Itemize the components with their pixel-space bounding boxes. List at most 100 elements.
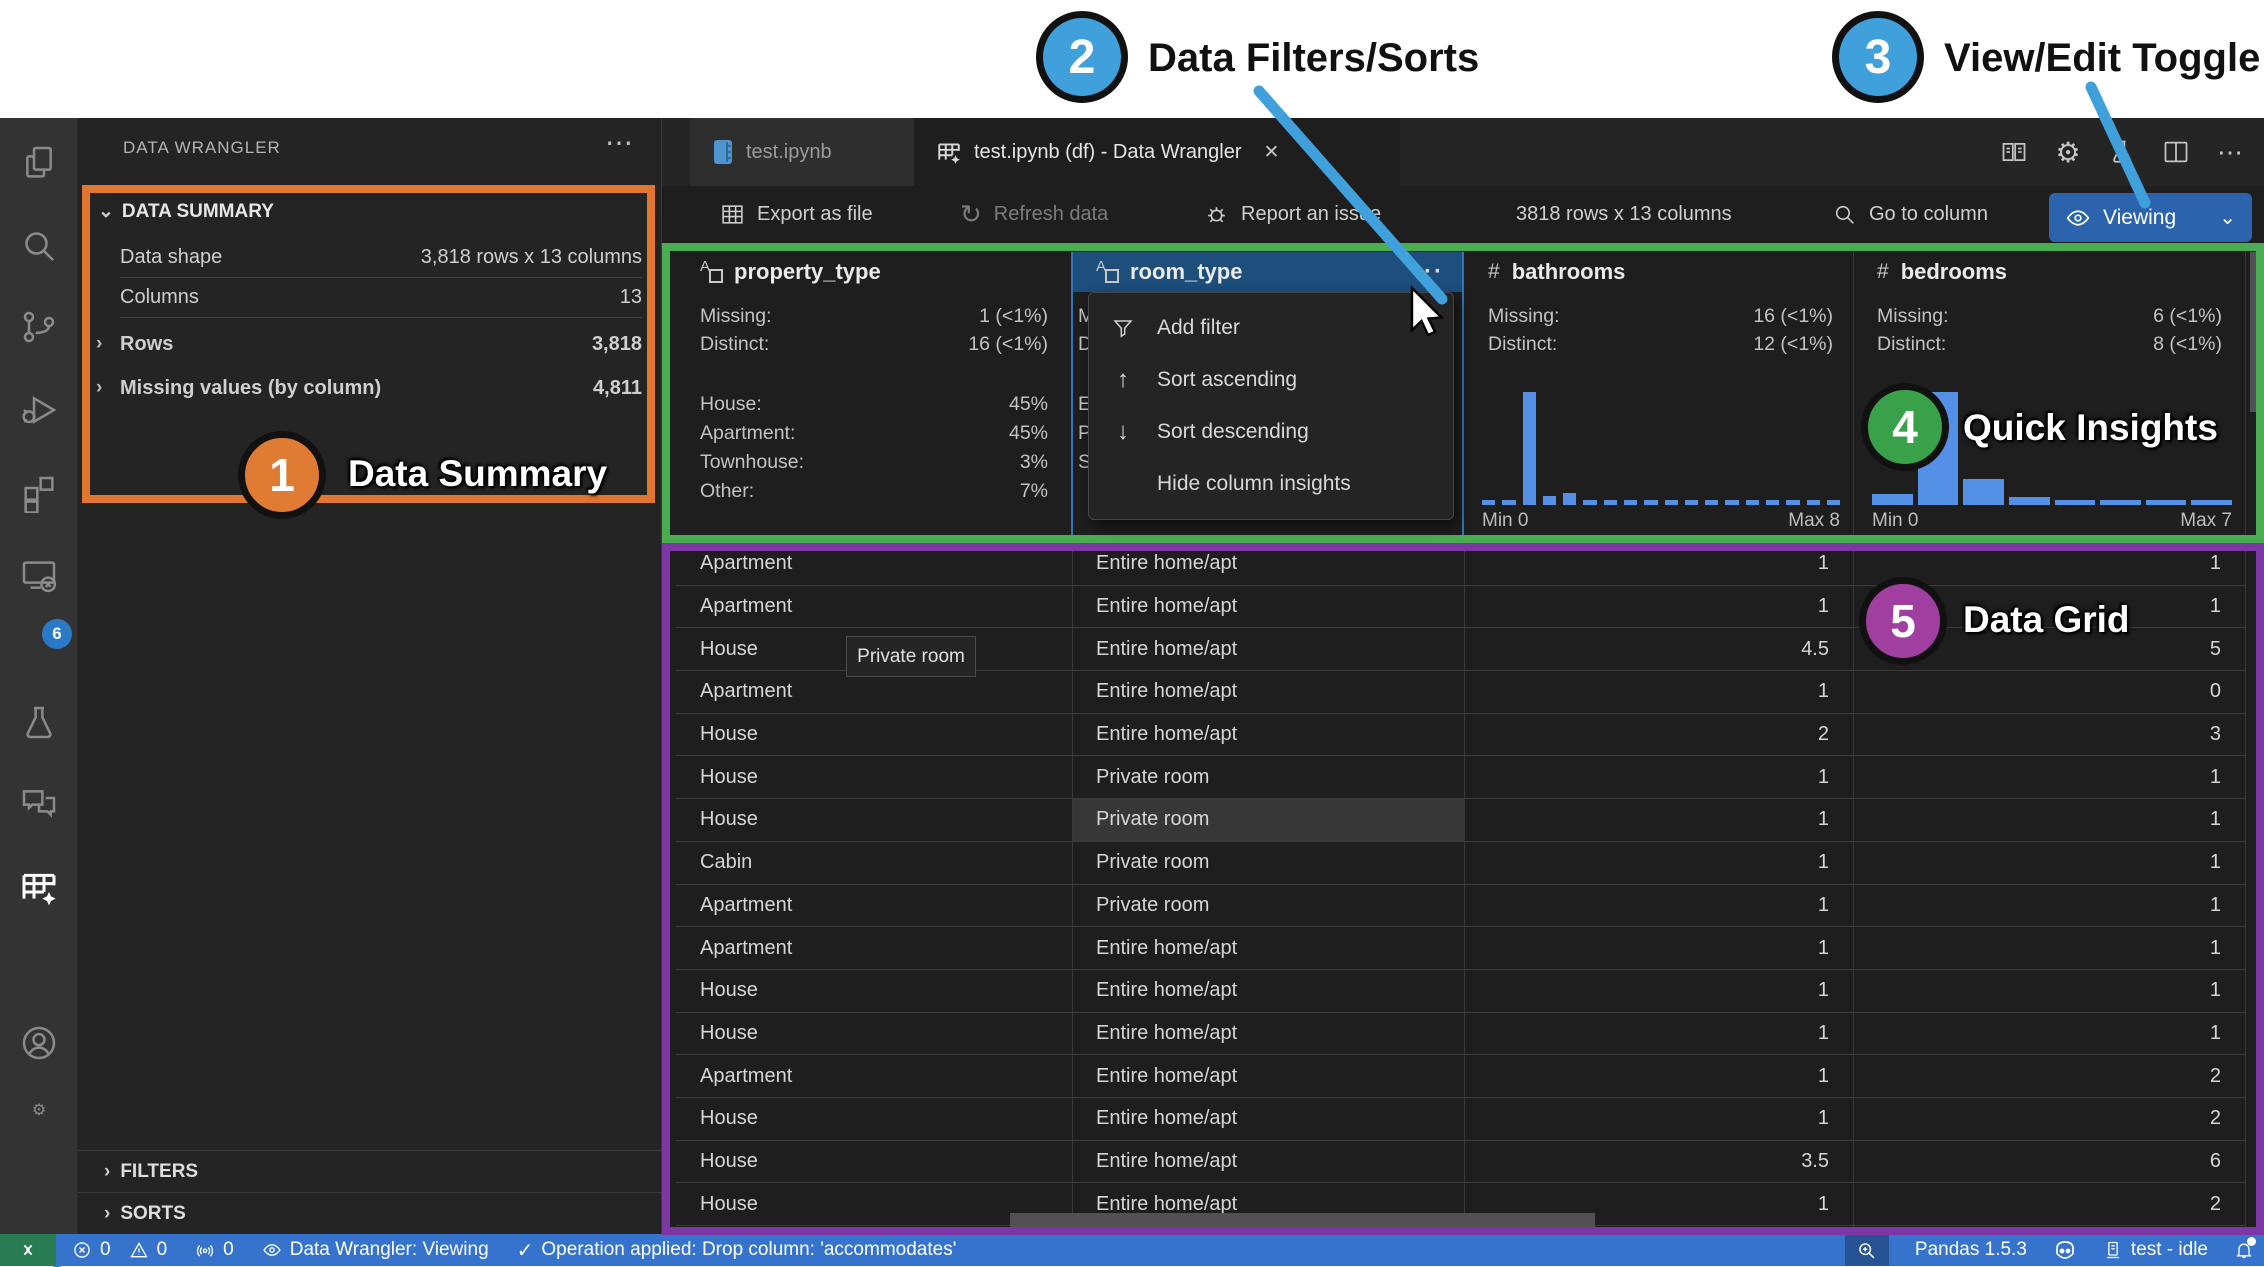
summary-row-rows[interactable]: › Rows 3,818: [96, 324, 642, 364]
testing-beaker-icon[interactable]: [15, 699, 63, 747]
menu-item-sort-descending[interactable]: ↓ Sort descending: [1089, 406, 1453, 458]
close-icon[interactable]: ✕: [1264, 141, 1280, 164]
grid-cell-bathrooms[interactable]: 3.5: [1464, 1141, 1853, 1183]
grid-cell-room[interactable]: Private room: [1072, 885, 1464, 927]
column-header-bedrooms[interactable]: # bedrooms: [1853, 252, 2245, 292]
report-an-issue-button[interactable]: Report an issue: [1204, 186, 1381, 243]
section-data-summary[interactable]: ⌄ DATA SUMMARY: [98, 200, 274, 223]
grid-cell-property[interactable]: House: [676, 1013, 1072, 1055]
grid-cell-bathrooms[interactable]: 4.5: [1464, 628, 1853, 670]
column-menu-icon[interactable]: ···: [1414, 258, 1444, 286]
grid-cell-bathrooms[interactable]: 1: [1464, 799, 1853, 841]
grid-cell-property[interactable]: Apartment: [676, 586, 1072, 628]
horizontal-scrollbar[interactable]: [1010, 1213, 1595, 1228]
beaker-icon[interactable]: [2106, 136, 2138, 168]
grid-cell-bedrooms[interactable]: 1: [1853, 842, 2245, 884]
comments-icon[interactable]: [15, 779, 63, 827]
explorer-icon[interactable]: [15, 139, 63, 187]
menu-item-add-filter[interactable]: Add filter: [1089, 302, 1453, 354]
grid-cell-bathrooms[interactable]: 1: [1464, 586, 1853, 628]
grid-cell-property[interactable]: House: [676, 756, 1072, 798]
grid-cell-property[interactable]: Apartment: [676, 671, 1072, 713]
pandas-version[interactable]: Pandas 1.5.3: [1915, 1239, 2027, 1261]
menu-item-hide-column-insights[interactable]: Hide column insights: [1089, 458, 1453, 510]
grid-cell-room[interactable]: Entire home/apt: [1072, 586, 1464, 628]
tab-test-ipynb[interactable]: test.ipynb: [690, 118, 914, 186]
view-edit-toggle-button[interactable]: Viewing ⌄: [2049, 193, 2252, 242]
grid-cell-property[interactable]: House: [676, 970, 1072, 1012]
settings-gear-icon[interactable]: ⚙: [15, 1086, 63, 1134]
tab-data-wrangler[interactable]: test.ipynb (df) - Data Wrangler ✕: [914, 118, 1400, 186]
errors-indicator[interactable]: 0 0: [72, 1239, 167, 1261]
sidebar-more-actions-icon[interactable]: ⋯: [605, 126, 633, 159]
grid-cell-bedrooms[interactable]: 6: [1853, 1141, 2245, 1183]
grid-cell-room[interactable]: Entire home/apt: [1072, 970, 1464, 1012]
grid-cell-property[interactable]: Apartment: [676, 927, 1072, 969]
menu-item-sort-ascending[interactable]: ↑ Sort ascending: [1089, 354, 1453, 406]
section-sorts[interactable]: › SORTS: [78, 1192, 661, 1234]
grid-cell-property[interactable]: House: [676, 714, 1072, 756]
kernel-indicator[interactable]: test - idle: [2103, 1239, 2208, 1261]
grid-cell-bathrooms[interactable]: 1: [1464, 1013, 1853, 1055]
grid-cell-room[interactable]: Private room: [1072, 756, 1464, 798]
open-preview-icon[interactable]: [1998, 136, 2030, 168]
grid-cell-bedrooms[interactable]: 0: [1853, 671, 2245, 713]
grid-cell-bathrooms[interactable]: 1: [1464, 970, 1853, 1012]
column-header-bathrooms[interactable]: # bathrooms: [1464, 252, 1853, 292]
export-as-file-button[interactable]: Export as file: [720, 186, 873, 243]
grid-cell-bedrooms[interactable]: 1: [1853, 927, 2245, 969]
operation-status[interactable]: ✓ Operation applied: Drop column: 'accom…: [517, 1238, 957, 1263]
grid-cell-room[interactable]: Entire home/apt: [1072, 1013, 1464, 1055]
grid-cell-room[interactable]: Entire home/apt: [1072, 628, 1464, 670]
notifications-bell[interactable]: [2234, 1237, 2256, 1260]
grid-cell-bedrooms[interactable]: 1: [1853, 756, 2245, 798]
grid-cell-bedrooms[interactable]: 1: [1853, 1013, 2245, 1055]
gear-icon[interactable]: ⚙: [2052, 136, 2084, 168]
grid-cell-bathrooms[interactable]: 1: [1464, 842, 1853, 884]
remote-explorer-icon[interactable]: [15, 552, 63, 600]
search-icon[interactable]: [15, 222, 63, 270]
copilot-indicator[interactable]: [2053, 1238, 2077, 1262]
data-wrangler-mode[interactable]: Data Wrangler: Viewing: [262, 1239, 489, 1261]
summary-row-missing-values[interactable]: › Missing values (by column) 4,811: [96, 368, 642, 408]
remote-indicator[interactable]: [0, 1234, 56, 1266]
run-debug-icon[interactable]: [15, 386, 63, 434]
grid-cell-room[interactable]: Entire home/apt: [1072, 1055, 1464, 1097]
grid-cell-bathrooms[interactable]: 1: [1464, 543, 1853, 585]
more-actions-icon[interactable]: ⋯: [2214, 136, 2246, 168]
grid-cell-property[interactable]: House: [676, 1098, 1072, 1140]
source-control-icon[interactable]: [15, 303, 63, 351]
grid-cell-bathrooms[interactable]: 2: [1464, 714, 1853, 756]
grid-cell-bathrooms[interactable]: 1: [1464, 885, 1853, 927]
grid-cell-property[interactable]: House: [676, 1141, 1072, 1183]
grid-cell-room[interactable]: Entire home/apt: [1072, 1141, 1464, 1183]
split-editor-icon[interactable]: [2160, 136, 2192, 168]
grid-cell-bedrooms[interactable]: 1: [1853, 970, 2245, 1012]
ports-indicator[interactable]: 0: [195, 1239, 234, 1261]
refresh-data-button[interactable]: ↻ Refresh data: [960, 186, 1108, 243]
grid-cell-room[interactable]: Entire home/apt: [1072, 1098, 1464, 1140]
grid-cell-bedrooms[interactable]: 1: [1853, 885, 2245, 927]
grid-cell-bedrooms[interactable]: 1: [1853, 799, 2245, 841]
grid-cell-bedrooms[interactable]: 2: [1853, 1098, 2245, 1140]
grid-cell-property[interactable]: House: [676, 799, 1072, 841]
grid-cell-property[interactable]: Apartment: [676, 543, 1072, 585]
grid-cell-bedrooms[interactable]: 2: [1853, 1055, 2245, 1097]
zoom-indicator[interactable]: [1844, 1234, 1889, 1266]
grid-cell-property[interactable]: Apartment: [676, 885, 1072, 927]
grid-cell-bedrooms[interactable]: 3: [1853, 714, 2245, 756]
grid-cell-bathrooms[interactable]: 1: [1464, 671, 1853, 713]
go-to-column-button[interactable]: Go to column: [1832, 186, 1988, 243]
grid-cell-property[interactable]: Apartment: [676, 1055, 1072, 1097]
grid-cell-room[interactable]: Entire home/apt: [1072, 671, 1464, 713]
grid-cell-bathrooms[interactable]: 1: [1464, 1055, 1853, 1097]
grid-cell-bathrooms[interactable]: 1: [1464, 927, 1853, 969]
extensions-icon[interactable]: [15, 469, 63, 517]
grid-cell-room[interactable]: Entire home/apt: [1072, 543, 1464, 585]
column-header-room-type[interactable]: A room_type ···: [1072, 252, 1464, 292]
grid-cell-room[interactable]: Entire home/apt: [1072, 714, 1464, 756]
account-icon[interactable]: [15, 1019, 63, 1067]
grid-cell-bedrooms[interactable]: 2: [1853, 1183, 2245, 1225]
grid-cell-property[interactable]: Cabin: [676, 842, 1072, 884]
data-wrangler-icon[interactable]: [15, 863, 63, 911]
